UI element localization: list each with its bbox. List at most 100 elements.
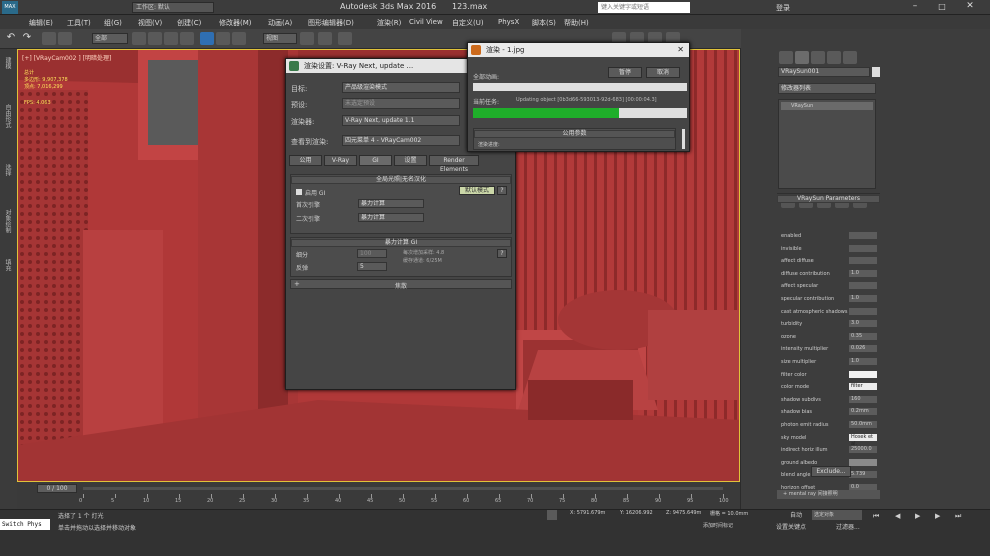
menu-item[interactable]: 编辑(E) xyxy=(29,18,53,28)
progress-scrollbar[interactable] xyxy=(682,129,685,149)
subdivs-input[interactable]: 100 xyxy=(357,249,387,258)
camera-icon[interactable] xyxy=(338,32,352,45)
lock-selection-icon[interactable] xyxy=(547,510,557,520)
mental-ray-rollout[interactable]: + mental ray 间接照明 xyxy=(777,490,880,499)
window-crossing-icon[interactable] xyxy=(180,32,194,45)
bounces-input[interactable]: 5 xyxy=(357,262,387,271)
param-field[interactable]: 0.2mm xyxy=(849,408,877,416)
menu-item[interactable]: 帮助(H) xyxy=(564,18,589,28)
secondary-engine-dropdown[interactable]: 暴力计算 xyxy=(358,213,424,222)
move-icon[interactable] xyxy=(200,32,214,45)
param-field[interactable] xyxy=(849,307,877,315)
enable-gi-checkbox[interactable] xyxy=(296,189,302,195)
menu-item[interactable]: Civil View xyxy=(409,18,443,26)
render-progress-close-icon[interactable]: ✕ xyxy=(677,43,684,57)
ribbon-tab[interactable]: 填充 xyxy=(3,259,12,271)
hierarchy-tab-icon[interactable] xyxy=(811,51,825,64)
modifier-stack[interactable]: VRaySun xyxy=(778,99,876,189)
link-icon[interactable] xyxy=(42,32,56,45)
pause-button[interactable]: 暂停 xyxy=(608,67,642,78)
menu-item[interactable]: 脚本(S) xyxy=(532,18,556,28)
maxscript-listener[interactable]: Switch Phys xyxy=(0,519,50,530)
gi-rollout-header[interactable]: 全局光照|无名汉化 xyxy=(291,176,511,184)
menu-item[interactable]: 视图(V) xyxy=(138,18,162,28)
modifier-list-dropdown[interactable]: 修改器列表 xyxy=(778,83,876,94)
snap-icon[interactable] xyxy=(318,32,332,45)
menu-item[interactable]: 动画(A) xyxy=(268,18,292,28)
menu-item[interactable]: 图形编辑器(D) xyxy=(308,18,354,28)
auto-key-button[interactable]: 自动 xyxy=(790,510,802,519)
param-field[interactable] xyxy=(849,458,877,466)
create-tab-icon[interactable] xyxy=(779,51,793,64)
param-field[interactable]: filter xyxy=(849,383,877,391)
menu-item[interactable]: 工具(T) xyxy=(67,18,91,28)
param-field[interactable]: 1.0 xyxy=(849,269,877,277)
ribbon-tab[interactable]: 对象绘制 xyxy=(3,209,12,233)
cancel-button[interactable]: 取消 xyxy=(646,67,680,78)
caustics-rollout[interactable]: + 焦散 xyxy=(290,279,512,290)
tab-settings[interactable]: 设置 xyxy=(394,155,427,166)
preset-dropdown[interactable]: 未选定预设 xyxy=(342,98,460,109)
reference-coord-dropdown[interactable]: 视图 xyxy=(263,33,297,44)
ribbon-tab[interactable]: 选择 xyxy=(3,164,12,176)
selection-filter-dropdown[interactable]: 全部 xyxy=(92,33,128,44)
param-field[interactable]: 1.0 xyxy=(849,358,877,365)
redo-icon[interactable]: ↷ xyxy=(20,32,34,45)
menu-item[interactable]: 修改器(M) xyxy=(219,18,252,28)
ribbon-tab[interactable]: 建模 xyxy=(3,57,12,69)
renderer-dropdown[interactable]: V-Ray Next, update 1.1 xyxy=(342,115,460,126)
maximize-button[interactable]: □ xyxy=(935,2,949,13)
tab-gi[interactable]: GI xyxy=(359,155,392,166)
workspace-dropdown[interactable]: 工作区: 默认 xyxy=(132,2,214,13)
search-input[interactable]: 键入关键字或短语 xyxy=(598,2,690,13)
key-filters-button[interactable]: 过滤器... xyxy=(836,522,860,531)
param-field[interactable]: 25000.0 xyxy=(849,446,877,454)
prev-frame-icon[interactable]: ◀ xyxy=(895,512,900,520)
param-field[interactable]: Hosek et al. xyxy=(849,433,877,447)
vraysun-rollout-header[interactable]: VRaySun Parameters xyxy=(777,195,880,203)
key-filter-dropdown[interactable]: 选定对象 xyxy=(812,510,862,520)
primary-engine-dropdown[interactable]: 暴力计算 xyxy=(358,199,424,208)
object-color-swatch[interactable] xyxy=(872,67,880,77)
login-link[interactable]: 登录 xyxy=(776,3,790,13)
param-field[interactable]: 0.026 xyxy=(849,345,877,353)
y-coordinate[interactable]: Y: 16206.992 xyxy=(620,510,653,516)
go-to-start-icon[interactable]: ⏮ xyxy=(873,512,879,521)
target-dropdown[interactable]: 产品级渲染模式 xyxy=(342,82,460,93)
param-field[interactable] xyxy=(849,244,877,252)
viewport-label[interactable]: [+] [VRayCam002 ] [明暗处理] xyxy=(22,53,111,62)
close-button[interactable]: ✕ xyxy=(963,1,977,13)
menu-item[interactable]: 创建(C) xyxy=(177,18,201,28)
brute-force-header[interactable]: 暴力计算 GI xyxy=(291,239,511,247)
next-frame-icon[interactable]: ▶ xyxy=(935,512,940,520)
stack-item-vraysun[interactable]: VRaySun xyxy=(781,102,873,110)
menu-item[interactable]: 渲染(R) xyxy=(377,18,401,28)
tab-vray[interactable]: V-Ray xyxy=(324,155,357,166)
param-field[interactable]: 3.0 xyxy=(849,320,877,328)
play-icon[interactable]: ▶ xyxy=(915,512,920,520)
app-logo-icon[interactable]: MAX xyxy=(2,1,18,14)
tab-common[interactable]: 公用 xyxy=(289,155,322,166)
z-coordinate[interactable]: Z: 9475.649m xyxy=(666,510,701,516)
motion-tab-icon[interactable] xyxy=(827,51,841,64)
object-name-input[interactable]: VRaySun001 xyxy=(778,67,870,77)
display-tab-icon[interactable] xyxy=(843,51,857,64)
default-mode-button[interactable]: 默认模式 xyxy=(459,186,495,195)
param-field[interactable] xyxy=(849,232,877,239)
param-field[interactable]: 160 xyxy=(849,395,877,403)
modify-tab-icon[interactable] xyxy=(795,51,809,64)
add-time-tag[interactable]: 添加时间标记 xyxy=(703,522,733,529)
param-field[interactable] xyxy=(849,282,877,290)
param-field[interactable]: 5.739 xyxy=(849,471,877,479)
param-field[interactable] xyxy=(849,370,877,378)
view-to-render-dropdown[interactable]: 四元菜单 4 - VRayCam002 xyxy=(342,135,460,146)
menu-item[interactable]: 自定义(U) xyxy=(452,18,484,28)
undo-icon[interactable]: ↶ xyxy=(4,32,18,45)
help-button[interactable]: ? xyxy=(497,186,507,195)
time-slider[interactable]: 0 / 100 xyxy=(37,484,77,493)
param-field[interactable]: 0.35 xyxy=(849,332,877,340)
param-field[interactable] xyxy=(849,257,877,265)
menu-item[interactable]: PhysX xyxy=(498,18,519,26)
scale-icon[interactable] xyxy=(232,32,246,45)
x-coordinate[interactable]: X: 5791.679m xyxy=(570,510,605,516)
